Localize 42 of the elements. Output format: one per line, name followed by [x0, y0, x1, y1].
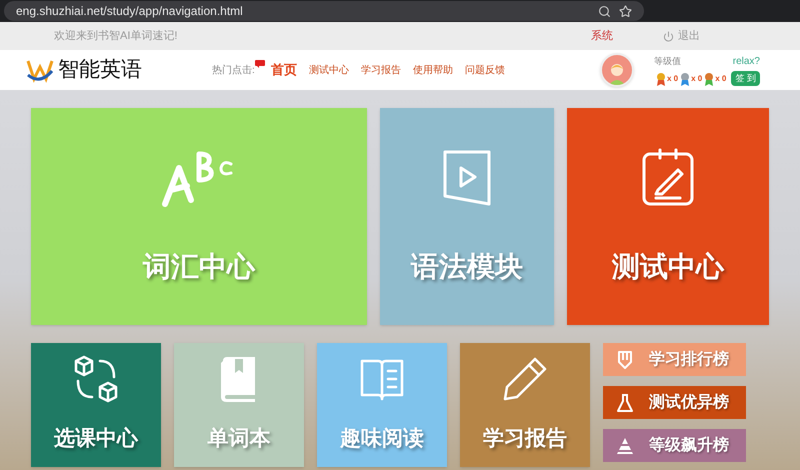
nav-link[interactable]: 首页 [270, 60, 297, 80]
medal-icon [680, 72, 690, 86]
ranking-button[interactable]: 等级飙升榜 [603, 429, 746, 462]
medal-count: x 0 [715, 72, 726, 84]
tile-label: 语法模块 [411, 250, 524, 284]
nav-link[interactable]: 使用帮助 [412, 62, 453, 78]
module-tile[interactable]: 语法模块 [380, 108, 554, 325]
module-tile[interactable]: 选课中心 [31, 343, 161, 467]
medal-icon [656, 72, 666, 86]
tile-label: 单词本 [208, 426, 270, 452]
welcome-text: 欢迎来到书智AI单词速记! [54, 28, 178, 44]
medal-count: x 0 [667, 72, 678, 84]
logo-text: 智能英语 [58, 57, 142, 84]
medal-icon [704, 72, 714, 86]
medal-count: x 0 [691, 72, 702, 84]
checkin-button[interactable]: 签 到 [731, 70, 760, 86]
search-icon[interactable] [598, 4, 611, 18]
tile-label: 选课中心 [54, 426, 138, 452]
level-label: 等级值 [654, 54, 681, 68]
module-tile[interactable]: 学习报告 [460, 343, 590, 467]
relax-link[interactable]: relax? [732, 54, 760, 69]
cubes-cycle-icon [72, 355, 120, 404]
power-icon [663, 30, 674, 42]
star-icon[interactable] [619, 4, 632, 18]
ranking-button[interactable]: 测试优异榜 [603, 386, 746, 419]
nav-link[interactable]: 测试中心 [308, 62, 349, 78]
hot-badge-icon [254, 60, 265, 68]
tile-label: 趣味阅读 [340, 426, 424, 452]
flask-icon [615, 392, 635, 412]
ranking-button[interactable]: 学习排行榜 [603, 343, 746, 376]
shield-icon [615, 350, 635, 370]
hot-label: 热门点击: [212, 64, 255, 78]
system-link[interactable]: 系统 [591, 28, 613, 44]
pyramid-icon [615, 436, 635, 456]
tile-label: 测试中心 [612, 250, 724, 284]
nav-link[interactable]: 问题反馈 [464, 62, 505, 78]
address-field[interactable]: eng.shuzhiai.net/study/app/navigation.html [4, 1, 644, 21]
module-tile[interactable]: 测试中心 [567, 108, 769, 325]
logout-button[interactable]: 退出 [663, 28, 700, 44]
tile-label: 学习报告 [483, 426, 567, 452]
nav-link[interactable]: 学习报告 [360, 62, 401, 78]
tile-label: 词汇中心 [143, 250, 256, 284]
